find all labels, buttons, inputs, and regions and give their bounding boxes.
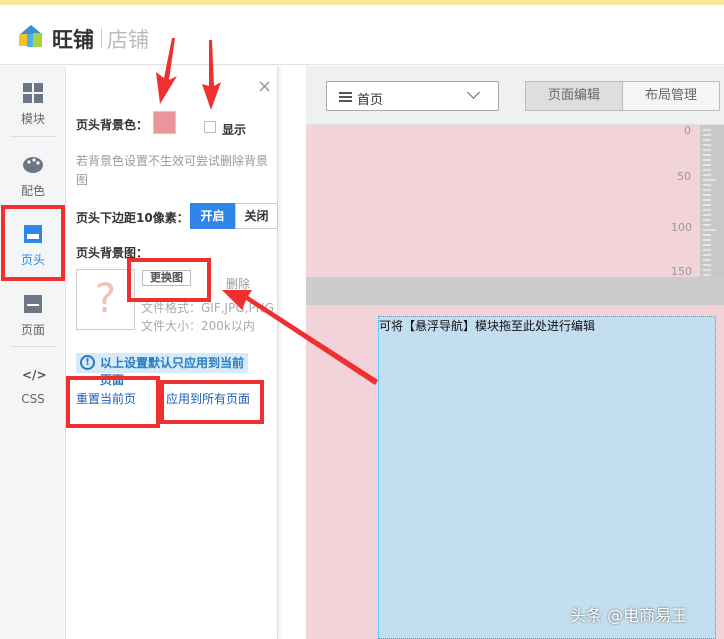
arrow-down-icon [202,40,221,110]
arrow-down-icon [156,38,177,104]
annotation-boxes [1,205,264,428]
annotation-layer [1,38,378,428]
annotation-box-reset [66,376,160,428]
annotation-box-apply-all [160,380,264,424]
annotation-box-replace [127,258,211,302]
arrow-pointer-icon [222,290,378,385]
annotation-box-header-nav [1,205,65,281]
annotation-arrows [156,38,378,385]
